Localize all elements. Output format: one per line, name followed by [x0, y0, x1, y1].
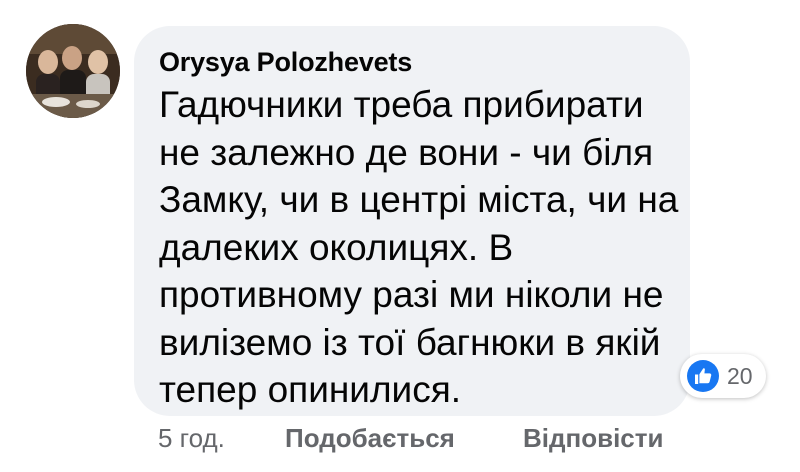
- like-button[interactable]: Подобається: [285, 418, 455, 458]
- comment-line: тепер опинилися.: [159, 369, 462, 410]
- author-name[interactable]: Orysya Polozhevets: [159, 45, 666, 79]
- reaction-summary[interactable]: 20: [680, 354, 766, 398]
- comment-line: Замку, чи в центрі міста, чи на: [159, 179, 679, 220]
- thumbs-up-icon: [687, 360, 719, 392]
- comment-text: Гадючники треба прибирати не залежно де …: [159, 81, 679, 414]
- timestamp[interactable]: 5 год.: [158, 418, 225, 458]
- comment-line: виліземо із тої багнюки в якій: [159, 321, 661, 363]
- comment-line: противному разі ми ніколи не: [159, 274, 664, 315]
- reply-button[interactable]: Відповісти: [523, 418, 663, 458]
- comment-line: далеких околицях. В: [159, 226, 514, 268]
- comment-line: не залежно де вони - чи біля: [159, 131, 654, 173]
- avatar[interactable]: [26, 24, 120, 118]
- comment-line: Гадючники треба прибирати: [159, 84, 644, 125]
- reaction-count: 20: [727, 362, 753, 389]
- avatar-photo: [26, 24, 120, 118]
- comment-bubble: Orysya Polozhevets Гадючники треба приби…: [134, 26, 690, 416]
